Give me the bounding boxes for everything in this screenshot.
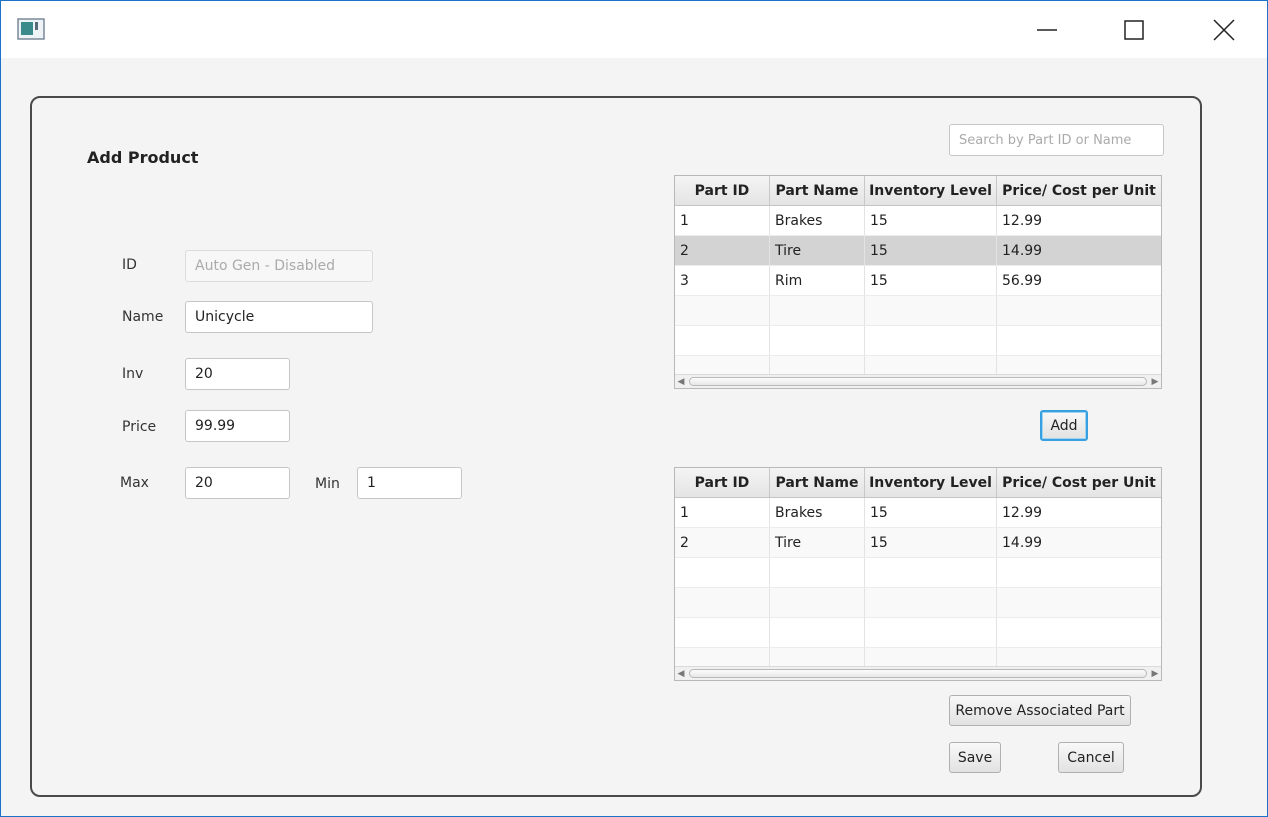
scrollbar-thumb[interactable] <box>689 377 1147 386</box>
column-header-price[interactable]: Price/ Cost per Unit <box>997 468 1161 497</box>
empty-row <box>675 588 1161 618</box>
minimize-icon <box>1037 28 1057 31</box>
max-label: Max <box>120 475 149 491</box>
table-row[interactable]: 3 Rim 15 56.99 <box>675 266 1161 296</box>
cell-part-id: 3 <box>675 266 770 295</box>
column-header-part-id[interactable]: Part ID <box>675 468 770 497</box>
search-input[interactable] <box>949 124 1164 156</box>
empty-row <box>675 296 1161 326</box>
table-body: 1 Brakes 15 12.99 2 Tire 15 14.99 ◀ ▶ <box>675 498 1161 680</box>
cell-part-name: Brakes <box>770 498 865 527</box>
scroll-left-icon[interactable]: ◀ <box>675 375 687 388</box>
column-header-part-name[interactable]: Part Name <box>770 468 865 497</box>
cell-inventory-level: 15 <box>865 236 997 265</box>
horizontal-scrollbar[interactable]: ◀ ▶ <box>675 666 1161 680</box>
all-parts-table: Part ID Part Name Inventory Level Price/… <box>674 175 1162 389</box>
cell-price: 14.99 <box>1002 242 1043 259</box>
cell-inventory-level: 15 <box>865 498 997 527</box>
table-row[interactable]: 2 Tire 15 14.99 <box>675 528 1161 558</box>
inv-label: Inv <box>122 366 144 382</box>
app-window-icon <box>17 18 45 40</box>
table-header: Part ID Part Name Inventory Level Price/… <box>675 468 1161 498</box>
close-button[interactable] <box>1179 1 1268 58</box>
scroll-right-icon[interactable]: ▶ <box>1149 375 1161 388</box>
maximize-button[interactable] <box>1089 1 1179 58</box>
minimize-button[interactable] <box>1002 1 1092 58</box>
cell-part-id: 2 <box>675 528 770 557</box>
cell-part-name: Tire <box>770 528 865 557</box>
table-row[interactable]: 1 Brakes 15 12.99 <box>675 498 1161 528</box>
maximize-icon <box>1124 19 1144 40</box>
cell-part-id: 2 <box>675 236 770 265</box>
cell-part-id: 1 <box>675 498 770 527</box>
add-button[interactable]: Add <box>1040 410 1088 441</box>
min-label: Min <box>315 476 340 492</box>
close-icon <box>1213 18 1235 41</box>
empty-row <box>675 326 1161 356</box>
cell-price: 14.99 <box>1002 534 1043 551</box>
empty-row <box>675 558 1161 588</box>
cell-part-name: Tire <box>770 236 865 265</box>
inv-field[interactable] <box>185 358 290 390</box>
cell-inventory-level: 15 <box>865 206 997 235</box>
cell-price: 12.99 <box>1002 504 1043 521</box>
associated-parts-table: Part ID Part Name Inventory Level Price/… <box>674 467 1162 681</box>
scroll-left-icon[interactable]: ◀ <box>675 667 687 680</box>
column-header-part-name[interactable]: Part Name <box>770 176 865 205</box>
column-header-inventory-level[interactable]: Inventory Level <box>865 176 997 205</box>
horizontal-scrollbar[interactable]: ◀ ▶ <box>675 374 1161 388</box>
table-header: Part ID Part Name Inventory Level Price/… <box>675 176 1161 206</box>
page-title: Add Product <box>87 148 199 167</box>
table-row[interactable]: 1 Brakes 15 12.99 <box>675 206 1161 236</box>
title-bar <box>1 1 1267 58</box>
cell-part-id: 1 <box>675 206 770 235</box>
empty-row <box>675 618 1161 648</box>
scroll-right-icon[interactable]: ▶ <box>1149 667 1161 680</box>
column-header-part-id[interactable]: Part ID <box>675 176 770 205</box>
price-label: Price <box>122 419 157 435</box>
id-field <box>185 250 373 282</box>
cancel-button[interactable]: Cancel <box>1058 742 1124 773</box>
id-label: ID <box>122 257 137 273</box>
column-header-price[interactable]: Price/ Cost per Unit <box>997 176 1161 205</box>
scrollbar-thumb[interactable] <box>689 669 1147 678</box>
name-field[interactable] <box>185 301 373 333</box>
min-field[interactable] <box>357 467 462 499</box>
cell-inventory-level: 15 <box>865 266 997 295</box>
cell-inventory-level: 15 <box>865 528 997 557</box>
column-header-inventory-level[interactable]: Inventory Level <box>865 468 997 497</box>
save-button[interactable]: Save <box>949 742 1001 773</box>
cell-price: 12.99 <box>1002 212 1043 229</box>
name-label: Name <box>122 309 164 325</box>
max-field[interactable] <box>185 467 290 499</box>
cell-part-name: Rim <box>770 266 865 295</box>
remove-associated-part-button[interactable]: Remove Associated Part <box>949 695 1131 726</box>
table-body: 1 Brakes 15 12.99 2 Tire 15 14.99 3 Rim … <box>675 206 1161 388</box>
price-field[interactable] <box>185 410 290 442</box>
cell-part-name: Brakes <box>770 206 865 235</box>
cell-price: 56.99 <box>1002 272 1043 289</box>
table-row-selected[interactable]: 2 Tire 15 14.99 <box>675 236 1161 266</box>
